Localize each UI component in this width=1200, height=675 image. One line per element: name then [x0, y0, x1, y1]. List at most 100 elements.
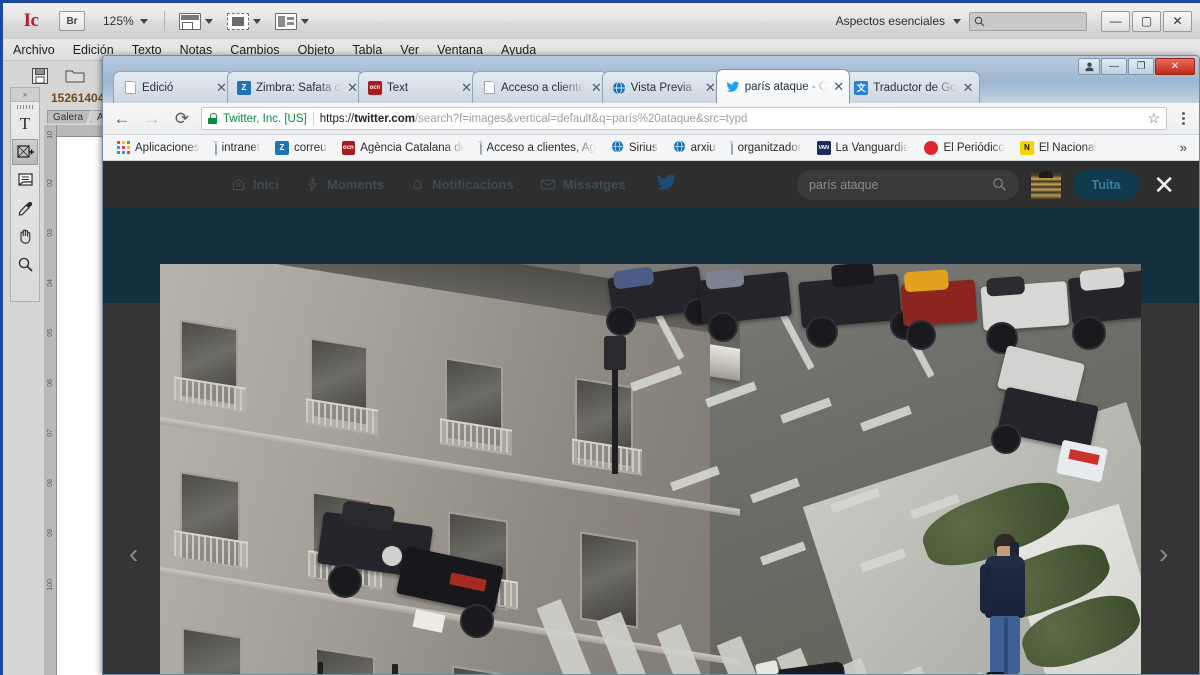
nav-item-missatges[interactable]: Missatges — [540, 177, 626, 192]
save-icon[interactable] — [31, 67, 49, 85]
workspace-label[interactable]: Aspectos esenciales — [836, 14, 945, 28]
restore-button[interactable]: ❐ — [1128, 58, 1154, 75]
frame-tool-icon — [16, 143, 34, 161]
nav-item-notificacions[interactable]: Notificacions — [410, 177, 514, 192]
tab-title: Traductor de Go — [873, 82, 956, 94]
hand-tool[interactable] — [12, 223, 38, 249]
browser-tab-paris-ataque[interactable]: parís ataque - C ✕ — [716, 69, 850, 103]
zimbra-icon: Z — [275, 141, 289, 155]
periodico-icon — [924, 141, 938, 155]
eyedropper-tool[interactable] — [12, 195, 38, 221]
maximize-button[interactable]: ▢ — [1132, 11, 1161, 32]
frame-display-icon[interactable] — [227, 13, 249, 30]
tab-galera[interactable]: Galera — [47, 110, 91, 124]
ruler-label: 07 — [47, 429, 54, 437]
screen-mode-icon[interactable] — [179, 13, 201, 30]
bookmark-label: arxiu — [691, 142, 716, 154]
close-button[interactable]: ✕ — [1155, 58, 1195, 75]
twitter-bird-icon — [656, 172, 677, 193]
chevron-down-icon — [140, 19, 148, 24]
previous-photo-arrow[interactable]: ‹ — [129, 538, 138, 570]
doc-icon — [480, 142, 482, 154]
help-search-input[interactable] — [969, 12, 1087, 31]
bookmark-acceso-clientes[interactable]: Acceso a clientes, Ag — [474, 140, 602, 156]
search-icon[interactable] — [992, 177, 1007, 192]
tweet-button[interactable]: Tuita — [1073, 170, 1139, 200]
tool-panel-grip-dots — [17, 105, 33, 109]
frame-tool[interactable] — [12, 139, 38, 165]
nav-item-inici[interactable]: Inici — [231, 177, 279, 192]
zoom-tool[interactable] — [12, 251, 38, 277]
zoom-level-dropdown[interactable]: 125% — [103, 14, 148, 28]
tab-title: Edició — [142, 82, 210, 94]
tab-close-icon[interactable]: ✕ — [962, 80, 975, 96]
bookmark-organitzador[interactable]: organitzador — [725, 140, 808, 156]
bookmark-label: intranet — [222, 142, 260, 154]
browser-tab-zimbra[interactable]: Z Zimbra: Safata d ✕ — [227, 71, 364, 103]
minimize-button[interactable]: — — [1101, 58, 1127, 75]
chevron-down-icon[interactable] — [953, 19, 961, 24]
bookmark-label: Acceso a clientes, Ag — [487, 142, 596, 154]
nav-item-moments[interactable]: Moments — [305, 177, 384, 192]
browser-tab-text[interactable]: ocn Text ✕ — [358, 71, 478, 103]
browser-tab-traductor[interactable]: 文 Traductor de Go ✕ — [844, 71, 979, 103]
search-query-value: parís ataque — [809, 178, 992, 192]
chevron-down-icon — [205, 19, 213, 24]
document-page[interactable] — [57, 137, 105, 675]
nacional-icon: N — [1020, 141, 1034, 155]
bookmark-arxiu[interactable]: arxiu — [667, 138, 722, 158]
bookmark-sirius[interactable]: Sirius — [605, 138, 664, 158]
bookmark-el-periodico[interactable]: El Periódico — [918, 139, 1010, 157]
lightbox-photo[interactable] — [160, 264, 1141, 675]
close-button[interactable]: ✕ — [1163, 11, 1192, 32]
profile-button[interactable] — [1078, 58, 1100, 75]
tab-close-icon[interactable]: ✕ — [832, 79, 845, 95]
twitter-search-input[interactable]: parís ataque — [797, 170, 1019, 200]
doc-icon — [123, 81, 137, 95]
workspace-controls: Aspectos esenciales — ▢ ✕ — [836, 11, 1200, 32]
browser-tab-edicio[interactable]: Edició ✕ — [113, 71, 233, 103]
bookmark-label: El Nacional — [1039, 142, 1097, 154]
minimize-button[interactable]: — — [1101, 11, 1130, 32]
back-button[interactable]: ← — [111, 108, 133, 130]
bookmarks-overflow-button[interactable]: » — [1180, 140, 1191, 155]
bookmark-agencia-catalana[interactable]: ocn Agència Catalana de — [336, 139, 471, 157]
address-bar[interactable]: Twitter, Inc. [US] https://twitter.com/s… — [201, 107, 1167, 130]
next-photo-arrow[interactable]: › — [1159, 538, 1168, 570]
browser-tab-acceso-clientes[interactable]: Acceso a cliente ✕ — [472, 71, 608, 103]
tool-panel-collapse-handle[interactable]: » — [11, 88, 39, 102]
chrome-menu-icon[interactable] — [1175, 112, 1191, 125]
zimbra-icon: Z — [237, 81, 251, 95]
paris-attack-street-photo — [160, 264, 1141, 675]
avatar[interactable] — [1031, 170, 1061, 200]
open-folder-icon[interactable] — [65, 67, 85, 85]
layout-view-group[interactable] — [275, 13, 309, 30]
browser-tab-vista-previa[interactable]: Vista Previa ✕ — [602, 71, 722, 103]
bookmark-el-nacional[interactable]: N El Nacional — [1014, 139, 1103, 157]
ruler-label: 10 — [47, 131, 54, 139]
chrome-tab-strip: Edició ✕ Z Zimbra: Safata d ✕ ocn Text ✕… — [103, 56, 1199, 103]
nav-label: Missatges — [563, 177, 626, 192]
layout-view-icon[interactable] — [275, 13, 297, 30]
photo-motorbike — [1068, 270, 1141, 325]
twitter-logo[interactable] — [656, 172, 677, 198]
type-tool[interactable]: T — [12, 111, 38, 137]
bridge-button[interactable]: Br — [59, 11, 85, 31]
forward-button[interactable]: → — [141, 108, 163, 130]
bookmark-la-vanguardia[interactable]: VAN La Vanguardia — [811, 139, 916, 157]
photo-wheel — [328, 564, 362, 598]
view-options-group[interactable] — [179, 13, 213, 30]
bookmark-aplicaciones[interactable]: Aplicaciones — [111, 139, 206, 156]
bookmark-intranet[interactable]: intranet — [209, 140, 266, 156]
bookmark-star-icon[interactable]: ☆ — [1147, 110, 1160, 127]
lightbox-body: ‹ › — [103, 208, 1199, 675]
chrome-window-buttons: — ❐ ✕ — [1078, 58, 1195, 75]
display-performance-group[interactable] — [227, 13, 261, 30]
bookmark-correu[interactable]: Z correu — [269, 139, 333, 157]
note-tool[interactable] — [12, 167, 38, 193]
nav-label: Moments — [327, 177, 384, 192]
reload-button[interactable]: ⟳ — [171, 108, 193, 130]
close-lightbox-button[interactable]: ✕ — [1153, 172, 1175, 198]
omnibox-divider — [313, 112, 314, 126]
menu-archivo[interactable]: Archivo — [13, 43, 55, 57]
